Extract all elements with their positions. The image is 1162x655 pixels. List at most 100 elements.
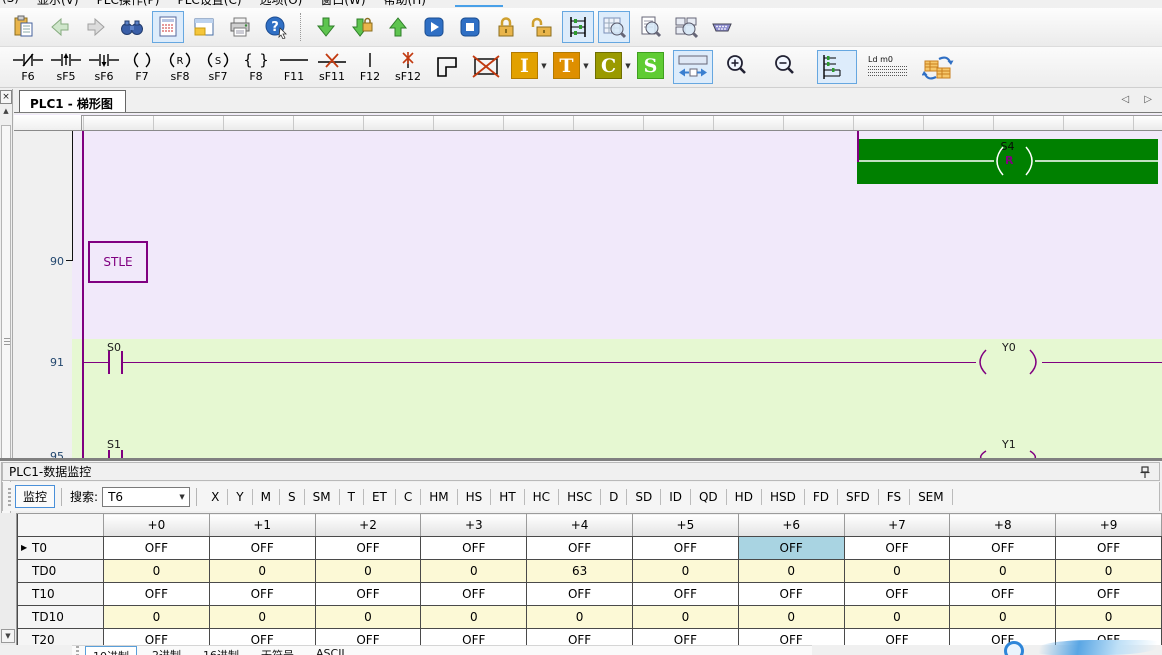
register-tab-M[interactable]: M [253, 487, 279, 507]
find-icon[interactable] [116, 11, 148, 43]
register-tab-ID[interactable]: ID [661, 487, 690, 507]
table-cell[interactable]: OFF [104, 537, 210, 560]
hline-button[interactable]: F11 [275, 47, 313, 87]
contact-fall-button[interactable]: sF6 [85, 47, 123, 87]
contact-bar[interactable] [108, 450, 110, 458]
row-header[interactable]: ▶T0 [18, 537, 104, 560]
table-cell[interactable]: 0 [315, 560, 421, 583]
ladder-editor[interactable]: S4 R 90 STLE 91 S0 Y0 95 S1 [14, 114, 1162, 458]
hline-delete-button[interactable]: sF11 [313, 47, 351, 87]
table-cell[interactable]: 0 [738, 606, 844, 629]
stop-plc-icon[interactable] [454, 11, 486, 43]
back-icon[interactable] [44, 11, 76, 43]
register-tab-FD[interactable]: FD [805, 487, 837, 507]
contact-bar[interactable] [121, 450, 123, 458]
coil-button[interactable]: F7 [123, 47, 161, 87]
chevron-down-icon[interactable]: ▼ [539, 52, 549, 79]
format-tab-5[interactable]: ASCII [309, 646, 352, 655]
table-cell[interactable]: 0 [104, 560, 210, 583]
register-tab-HT[interactable]: HT [491, 487, 523, 507]
instruction-C-button[interactable]: C [595, 52, 622, 79]
help-icon[interactable]: ? [260, 11, 292, 43]
table-cell[interactable]: 0 [421, 560, 527, 583]
table-cell[interactable]: OFF [950, 583, 1056, 606]
toolbar-grip[interactable] [8, 488, 11, 506]
table-cell[interactable]: 0 [209, 560, 315, 583]
table-cell[interactable]: OFF [527, 583, 633, 606]
chevron-down-icon[interactable]: ▼ [581, 52, 591, 79]
contact-rise-button[interactable]: sF5 [47, 47, 85, 87]
menu-item[interactable]: (S) [2, 0, 19, 7]
vline-button[interactable]: F12 [351, 47, 389, 87]
table-cell[interactable]: OFF [632, 583, 738, 606]
zoom-out-icon[interactable] [769, 50, 809, 84]
register-tab-HC[interactable]: HC [525, 487, 558, 507]
paste-icon[interactable] [8, 11, 40, 43]
fit-width-icon[interactable] [673, 50, 713, 84]
chevron-down-icon[interactable]: ▼ [175, 488, 189, 506]
output-coil[interactable] [974, 450, 1044, 458]
print-preview-icon[interactable] [152, 11, 184, 43]
upload-icon[interactable] [382, 11, 414, 43]
table-cell[interactable]: 63 [527, 560, 633, 583]
coil-reset-button[interactable]: RsF8 [161, 47, 199, 87]
register-tab-HD[interactable]: HD [727, 487, 761, 507]
table-cell[interactable]: OFF [632, 629, 738, 646]
lock-icon[interactable] [490, 11, 522, 43]
row-header[interactable]: T20 [18, 629, 104, 646]
toolbar-grip[interactable] [76, 646, 79, 655]
instruction-T-button[interactable]: T [553, 52, 580, 79]
download-secure-icon[interactable] [346, 11, 378, 43]
table-cell[interactable]: 0 [527, 606, 633, 629]
table-cell[interactable]: OFF [209, 629, 315, 646]
doc-zoom-icon[interactable] [634, 11, 666, 43]
table-cell[interactable]: OFF [104, 629, 210, 646]
menu-item[interactable]: 选项(O) [260, 0, 303, 7]
table-cell[interactable]: OFF [421, 629, 527, 646]
register-tab-HSC[interactable]: HSC [559, 487, 600, 507]
format-tab-1[interactable]: 10进制 [85, 646, 137, 655]
config-zoom-icon[interactable] [670, 11, 702, 43]
table-cell[interactable]: 0 [421, 606, 527, 629]
zoom-in-icon[interactable] [721, 50, 761, 84]
table-cell[interactable]: OFF [844, 583, 950, 606]
instruction-I-button[interactable]: I [511, 52, 538, 79]
table-cell[interactable]: 0 [632, 560, 738, 583]
pin-icon[interactable] [1139, 465, 1151, 479]
register-tab-HSD[interactable]: HSD [762, 487, 804, 507]
ladder-view-icon[interactable] [562, 11, 594, 43]
register-tab-X[interactable]: X [203, 487, 227, 507]
table-cell[interactable]: 0 [844, 560, 950, 583]
block-frame-icon[interactable] [427, 50, 467, 84]
convert-icon[interactable] [919, 50, 959, 84]
run-plc-icon[interactable] [418, 11, 450, 43]
scroll-down-icon[interactable]: ▼ [1, 629, 15, 643]
output-coil[interactable] [974, 348, 1044, 378]
table-cell[interactable]: 0 [950, 560, 1056, 583]
contact-fragment-button[interactable] [0, 47, 9, 87]
register-tab-C[interactable]: C [396, 487, 420, 507]
table-cell[interactable]: OFF [315, 537, 421, 560]
register-tab-S[interactable]: S [280, 487, 304, 507]
search-combobox[interactable]: T6 ▼ [102, 487, 190, 507]
table-cell[interactable]: 0 [1056, 606, 1162, 629]
register-tab-Y[interactable]: Y [228, 487, 251, 507]
tab-scroll-arrows[interactable]: ◁ ▷ [1121, 94, 1158, 105]
table-cell[interactable]: OFF [738, 537, 844, 560]
table-vertical-scrollbar[interactable]: ▼ [0, 513, 17, 645]
register-tab-HM[interactable]: HM [421, 487, 456, 507]
unlock-icon[interactable] [526, 11, 558, 43]
table-cell[interactable]: 0 [1056, 560, 1162, 583]
close-icon[interactable]: × [0, 90, 12, 104]
register-tab-SM[interactable]: SM [305, 487, 339, 507]
table-cell[interactable]: 0 [844, 606, 950, 629]
table-cell[interactable]: OFF [950, 537, 1056, 560]
table-cell[interactable]: 0 [950, 606, 1056, 629]
ladder-list-icon[interactable] [817, 50, 857, 84]
download-icon[interactable] [310, 11, 342, 43]
instruction-S-button[interactable]: S [637, 52, 664, 79]
table-cell[interactable]: 0 [209, 606, 315, 629]
table-cell[interactable]: 0 [632, 606, 738, 629]
register-tab-QD[interactable]: QD [691, 487, 726, 507]
menu-item[interactable]: 帮助(H) [384, 0, 426, 7]
